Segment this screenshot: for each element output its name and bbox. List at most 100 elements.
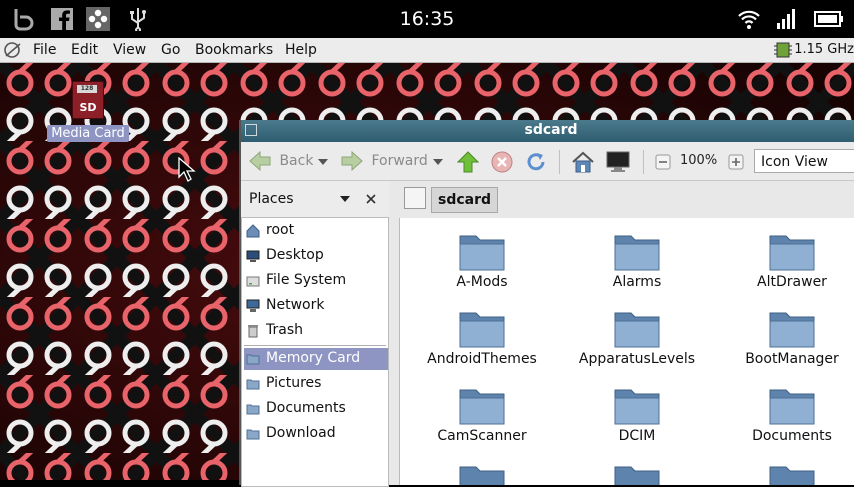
toolbar-separator (643, 150, 644, 174)
zoom-out-icon[interactable] (655, 154, 671, 170)
forward-label: Forward (371, 153, 428, 169)
clock: 16:35 (399, 8, 455, 30)
close-icon[interactable] (365, 193, 377, 205)
folder-item[interactable]: Alarms (562, 232, 712, 304)
computer-icon[interactable] (605, 151, 631, 173)
stop-icon[interactable] (491, 151, 513, 173)
folder-icon (769, 312, 815, 348)
place-label: Download (266, 425, 336, 441)
folder-name: DCIM (618, 428, 656, 444)
folder-item[interactable]: AltDrawer (717, 232, 854, 304)
places-dropdown-chevron-down-icon[interactable] (339, 195, 351, 203)
android-status-bar: 16:35 (0, 0, 854, 38)
media-card-label: Media Card (47, 125, 129, 142)
app-logo-icon[interactable] (3, 41, 23, 59)
back-button[interactable]: Back (249, 150, 313, 172)
folder-item[interactable]: A-Mods (407, 232, 557, 304)
folder-name: A-Mods (456, 274, 508, 290)
folder-name: Documents (752, 428, 832, 444)
icon-view[interactable]: A-Mods Alarms AltDrawer AndroidThemes Ap… (399, 218, 854, 485)
reload-icon[interactable] (525, 151, 547, 173)
file-manager-window[interactable]: sdcard Back Forward 100% Icon View Place… (239, 120, 854, 487)
place-network[interactable]: Network (244, 295, 388, 317)
folder-icon (614, 235, 660, 271)
zoom-in-icon[interactable] (728, 154, 744, 170)
folder-icon[interactable] (768, 463, 816, 485)
places-header: Places (241, 181, 389, 217)
up-arrow-icon[interactable] (457, 151, 479, 173)
folder-icon (769, 235, 815, 271)
trash-icon (248, 325, 258, 338)
place-label: Desktop (266, 247, 324, 263)
window-titlebar[interactable]: sdcard (241, 120, 854, 142)
folder-icon (459, 235, 505, 271)
place-file-system[interactable]: File System (244, 270, 388, 292)
folder-icon (614, 389, 660, 425)
menu-file[interactable]: File (33, 42, 56, 58)
folder-name: BootManager (745, 351, 839, 367)
folder-item[interactable]: Documents (717, 386, 854, 458)
home-icon[interactable] (571, 151, 595, 173)
cpu-frequency: 1.15 GHz (794, 42, 854, 57)
signal-icon (777, 9, 795, 29)
drive-icon (246, 276, 260, 287)
folder-icon (614, 312, 660, 348)
drive-icon[interactable] (404, 187, 426, 209)
folder-icon[interactable] (613, 463, 661, 485)
folder-icon (769, 389, 815, 425)
place-pictures[interactable]: Pictures (244, 373, 388, 395)
menu-go[interactable]: Go (161, 42, 180, 58)
forward-button[interactable]: Forward (341, 150, 428, 172)
zoom-level: 100% (680, 153, 718, 168)
place-label: Trash (266, 322, 303, 338)
folder-item[interactable]: DCIM (562, 386, 712, 458)
folder-name: Alarms (612, 274, 662, 290)
path-bar: sdcard (399, 181, 854, 217)
sd-card-text: SD (79, 101, 97, 114)
home-icon (246, 224, 260, 238)
place-desktop[interactable]: Desktop (244, 245, 388, 267)
places-list: root Desktop File System Network Trash M… (241, 217, 389, 487)
folder-item[interactable]: CamScanner (407, 386, 557, 458)
path-button-sdcard[interactable]: sdcard (431, 187, 499, 213)
place-trash[interactable]: Trash (244, 320, 388, 342)
folder-item[interactable]: BootManager (717, 309, 854, 381)
cpu-icon (774, 42, 792, 58)
place-documents[interactable]: Documents (244, 398, 388, 420)
place-root[interactable]: root (244, 220, 388, 242)
folder-icon (459, 312, 505, 348)
menu-help[interactable]: Help (285, 42, 317, 58)
menu-bookmarks[interactable]: Bookmarks (195, 42, 273, 58)
view-mode-select[interactable]: Icon View (754, 149, 854, 173)
place-download[interactable]: Download (244, 423, 388, 445)
network-icon (246, 299, 260, 312)
places-sidebar: Places root Desktop File System Network … (241, 181, 389, 487)
folder-icon (459, 389, 505, 425)
place-label: Pictures (266, 375, 322, 391)
sd-card-capacity: 128 (77, 85, 97, 93)
menu-view[interactable]: View (113, 42, 146, 58)
places-title: Places (249, 191, 294, 207)
folder-icon (246, 404, 260, 415)
folder-name: AndroidThemes (427, 351, 537, 367)
back-history-chevron-down-icon[interactable] (317, 158, 329, 166)
forward-history-chevron-down-icon[interactable] (432, 158, 444, 166)
place-label: Network (266, 297, 325, 313)
toolbar-separator (559, 150, 560, 174)
arrow-left-icon (249, 150, 271, 172)
place-label: Memory Card (266, 350, 361, 366)
arrow-right-icon (341, 150, 363, 172)
mouse-cursor-icon (178, 157, 196, 182)
media-card-desktop-icon[interactable]: 128 SD Media Card (46, 81, 130, 142)
folder-name: CamScanner (437, 428, 527, 444)
folder-icon[interactable] (458, 463, 506, 485)
place-label: File System (266, 272, 347, 288)
folder-item[interactable]: AndroidThemes (407, 309, 557, 381)
battery-icon (814, 11, 843, 27)
place-memory-card[interactable]: Memory Card (244, 348, 388, 370)
folder-icon (246, 354, 260, 365)
place-label: Documents (266, 400, 346, 416)
folder-item[interactable]: ApparatusLevels (562, 309, 712, 381)
folder-icon (246, 429, 260, 440)
menu-edit[interactable]: Edit (71, 42, 98, 58)
